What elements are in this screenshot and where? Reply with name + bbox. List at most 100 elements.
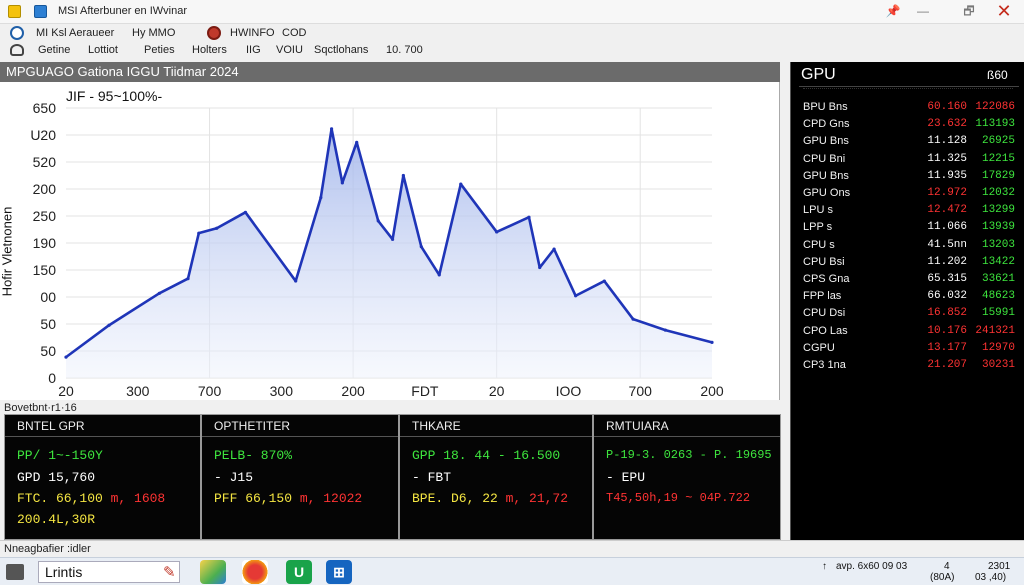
menu-item-cod[interactable]: COD <box>282 27 306 39</box>
status-bar: Nneagbafier :idler <box>0 540 1024 557</box>
gpu-sensor-row: FPP las 66.032 48623 <box>791 289 1024 306</box>
taskbar-app-store[interactable]: ⊞ <box>326 560 352 584</box>
y-tick-label: 50 <box>40 316 56 332</box>
taskbar-app-nvidia[interactable]: U <box>286 560 312 584</box>
chart-subtitle: JIF - 95~100%- <box>66 88 163 104</box>
sensor-value-secondary: 17829 <box>981 169 1015 182</box>
menu-item-hwinfo[interactable]: HWINFO <box>230 27 275 39</box>
gpu-sensor-row: CPD Gns 23.632 113193 <box>791 117 1024 134</box>
monitoring-chart: 650 U20 520 200 250 190 150 00 50 50 0 20 300 700 300 2… <box>0 82 780 400</box>
sensor-label: CGPU <box>803 341 835 354</box>
divider <box>799 86 1019 87</box>
data-point <box>574 294 578 298</box>
data-point <box>215 226 219 230</box>
panel-line: BPE. D6, 22 m, 21,72 <box>412 491 568 506</box>
panel-line: GPD 15,760 <box>17 470 96 485</box>
sensor-value: 12.972 <box>927 187 967 199</box>
toolbar-item-holters[interactable]: Holters <box>192 44 227 56</box>
panel-title: RMTUIARA <box>594 415 780 437</box>
section-label: Bovetbnt·r1·16 <box>4 402 77 414</box>
sensor-label: CPO Las <box>803 324 848 337</box>
sensor-value: 23.632 <box>927 118 967 131</box>
menu-item-aeraueer[interactable]: MI Ksl Aeraueer <box>36 27 114 39</box>
x-tick-label: FDT <box>411 383 439 399</box>
sensor-value-secondary: 113193 <box>975 118 1015 131</box>
sensor-value: 16.852 <box>927 307 967 320</box>
title-bar: MSI Afterbuner en IWvinar 📌 — 🗗 ✕ <box>0 0 1024 24</box>
profile-icon[interactable] <box>10 44 24 56</box>
data-point <box>376 219 380 223</box>
sensor-label: GPU Bns <box>803 135 849 148</box>
panel-line: - EPU <box>606 470 646 485</box>
taskbar-search[interactable]: Lrintis ✎ <box>38 561 180 583</box>
menu-item-hy-mmo[interactable]: Hy MMO <box>132 27 175 39</box>
data-point <box>64 355 68 359</box>
panel-title: BNTEL GPR <box>5 415 200 437</box>
sensor-label: CPU Bsi <box>803 255 845 268</box>
sensor-label: GPU Bns <box>803 169 849 182</box>
sensor-value: 65.315 <box>927 273 967 285</box>
y-tick-label: 150 <box>33 262 57 278</box>
taskbar-app-photos[interactable] <box>200 560 226 584</box>
data-point <box>552 247 556 251</box>
panel-line: P-19-3. 0263 - P. 19695 <box>606 448 772 462</box>
x-tick-label: 200 <box>700 383 724 399</box>
panel-line: - J15 <box>214 470 254 485</box>
data-point <box>631 317 635 321</box>
gpu-panel-title: GPU <box>801 66 836 83</box>
sensor-value-secondary: 15991 <box>981 307 1015 320</box>
toolbar-item-voiu[interactable]: VOIU <box>276 44 303 56</box>
sensor-value-secondary: 13203 <box>981 238 1015 251</box>
x-tick-label: 20 <box>58 383 74 399</box>
tray-icon[interactable]: ↑ <box>822 561 827 572</box>
sensor-label: FPP las <box>803 290 842 303</box>
minimize-button[interactable]: — <box>914 2 932 20</box>
gpu-panel-value: ß60 <box>987 68 1008 82</box>
data-point <box>197 231 201 235</box>
panel-rmtuiara: RMTUIARA P-19-3. 0263 - P. 19695 - EPU T… <box>593 414 781 540</box>
data-point <box>538 265 542 270</box>
sensor-value-secondary: 30231 <box>981 359 1015 371</box>
sensor-label: CPU s <box>803 238 835 251</box>
sensor-label: BPU Bns <box>803 101 848 113</box>
app-icon <box>8 5 21 18</box>
toolbar-item-lottiot[interactable]: Lottiot <box>88 44 118 56</box>
panel-line-extra: m, 12022 <box>299 491 363 506</box>
sensor-label: LPP s <box>803 221 833 234</box>
sensor-label: CP3 1na <box>803 359 846 371</box>
panel-thkare: THKARE GPP 18. 44 - 16.500 - FBT BPE. D6… <box>399 414 593 540</box>
sensor-value: 41.5nn <box>927 238 967 251</box>
chart-y-axis-label: Hofir Vletnonen <box>0 206 15 297</box>
y-tick-label: 200 <box>33 181 57 197</box>
toolbar-item-peties[interactable]: Peties <box>144 44 175 56</box>
gpu-sensor-row: CPO Las 10.176 241321 <box>791 324 1024 341</box>
data-point <box>107 323 111 327</box>
sensor-label: CPU Bni <box>803 152 846 165</box>
sensor-value: 10.176 <box>927 324 967 337</box>
pin-button[interactable]: 📌 <box>884 2 902 20</box>
y-tick-label: 250 <box>33 208 57 224</box>
tray-text: 2301 <box>988 561 1011 572</box>
panel-line: PFF 66,150 m, 12022 <box>214 491 362 506</box>
toolbar: Getine Lottiot Peties Holters IIG VOIU S… <box>0 42 1024 60</box>
tray-text: avp. 6x60 09 03 <box>836 561 908 572</box>
gpu-sensor-row: CPU Bni 11.325 12215 <box>791 152 1024 169</box>
settings-icon[interactable] <box>10 26 24 40</box>
taskbar-app-msi[interactable] <box>242 560 268 584</box>
toolbar-item-iig[interactable]: IIG <box>246 44 261 56</box>
gpu-sensor-row: GPU Bns 11.935 17829 <box>791 169 1024 186</box>
restore-button[interactable]: 🗗 <box>960 2 978 20</box>
sensor-value: 11.935 <box>927 169 967 182</box>
sensor-value: 11.066 <box>927 221 967 234</box>
gpu-sensor-row: GPU Ons 12.972 12032 <box>791 186 1024 203</box>
data-point <box>243 210 248 214</box>
y-tick-label: 520 <box>33 154 57 170</box>
gpu-sensor-row: CPU s 41.5nn 13203 <box>791 238 1024 255</box>
hwinfo-icon[interactable] <box>207 26 221 40</box>
panel-line: GPP 18. 44 - 16.500 <box>412 448 561 463</box>
close-button[interactable]: ✕ <box>995 2 1013 20</box>
toolbar-item-sqctlohans[interactable]: Sqctlohans <box>314 44 368 56</box>
panel-line-main: PFF 66,150 <box>214 491 300 506</box>
start-button[interactable] <box>6 564 24 580</box>
toolbar-item-getine[interactable]: Getine <box>38 44 70 56</box>
